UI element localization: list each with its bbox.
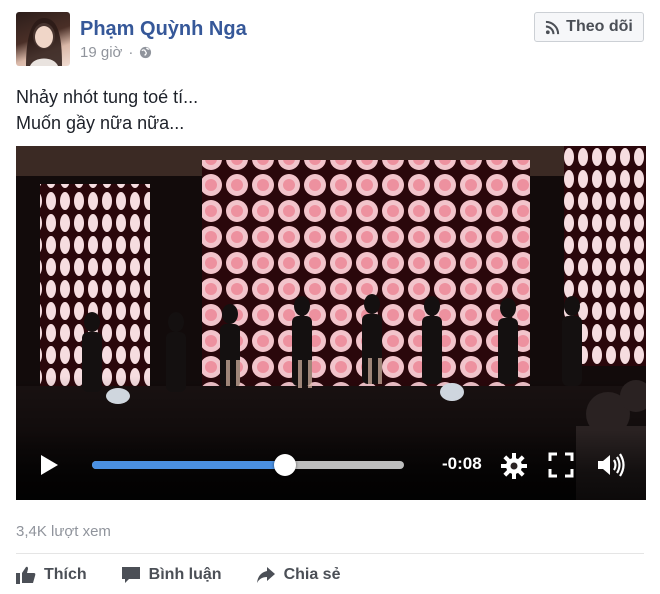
- play-icon[interactable]: [38, 454, 60, 476]
- comment-icon: [121, 567, 140, 583]
- follow-label: Theo dõi: [566, 18, 633, 35]
- gear-icon[interactable]: [500, 452, 528, 480]
- rss-icon: [545, 20, 560, 34]
- post-time[interactable]: 19 giờ: [80, 44, 122, 61]
- meta-separator: ·: [128, 44, 134, 61]
- thumbs-up-icon: [16, 566, 36, 584]
- action-bar: Thích Bình luận Chia sẻ: [16, 562, 374, 588]
- divider: [16, 553, 644, 554]
- post-line: Nhảy nhót tung toé tí...: [16, 87, 199, 107]
- avatar[interactable]: [16, 12, 70, 66]
- author-name[interactable]: Phạm Quỳnh Nga: [80, 18, 247, 41]
- share-button[interactable]: Chia sẻ: [256, 562, 341, 588]
- comment-label: Bình luận: [148, 566, 222, 583]
- like-label: Thích: [44, 566, 87, 583]
- post-text: Nhảy nhót tung toé tí... Muốn gầy nữa nữ…: [16, 84, 198, 136]
- progress-track[interactable]: [92, 461, 404, 469]
- volume-icon[interactable]: [596, 452, 626, 478]
- share-label: Chia sẻ: [283, 566, 341, 583]
- avatar-photo: [26, 18, 62, 66]
- time-remaining: -0:08: [442, 454, 482, 473]
- globe-icon[interactable]: [139, 46, 152, 59]
- progress-fill: [92, 461, 286, 469]
- fullscreen-icon[interactable]: [548, 452, 574, 478]
- comment-button[interactable]: Bình luận: [121, 562, 222, 588]
- share-icon: [256, 567, 275, 583]
- follow-button[interactable]: Theo dõi: [534, 12, 644, 42]
- like-button[interactable]: Thích: [16, 562, 87, 588]
- video-player[interactable]: -0:08: [16, 146, 646, 500]
- post-header: Phạm Quỳnh Nga 19 giờ · Theo dõi: [16, 12, 644, 68]
- post-meta: 19 giờ ·: [80, 44, 152, 61]
- view-count[interactable]: 3,4K lượt xem: [16, 523, 111, 540]
- post-line: Muốn gầy nữa nữa...: [16, 113, 185, 133]
